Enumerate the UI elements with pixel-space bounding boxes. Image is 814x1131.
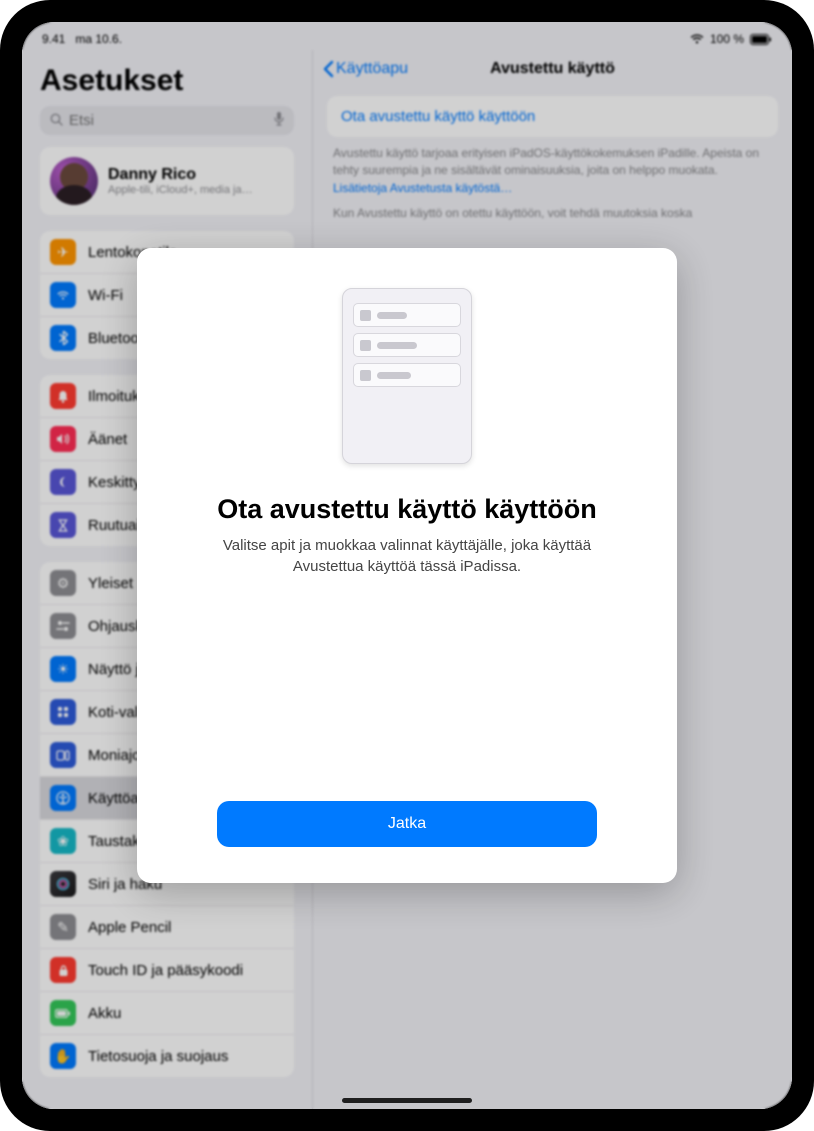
ipad-device-frame: 9.41 ma 10.6. 100 % Asetukset bbox=[0, 0, 814, 1131]
screen: 9.41 ma 10.6. 100 % Asetukset bbox=[22, 22, 792, 1109]
modal-overlay: Ota avustettu käyttö käyttöön Valitse ap… bbox=[22, 22, 792, 1109]
setup-modal: Ota avustettu käyttö käyttöön Valitse ap… bbox=[137, 248, 677, 883]
continue-label: Jatka bbox=[388, 815, 426, 832]
home-indicator[interactable] bbox=[342, 1098, 472, 1103]
continue-button[interactable]: Jatka bbox=[217, 801, 597, 847]
modal-title: Ota avustettu käyttö käyttöön bbox=[217, 494, 597, 525]
modal-description: Valitse apit ja muokkaa valinnat käyttäj… bbox=[217, 535, 597, 577]
modal-illustration bbox=[342, 288, 472, 464]
